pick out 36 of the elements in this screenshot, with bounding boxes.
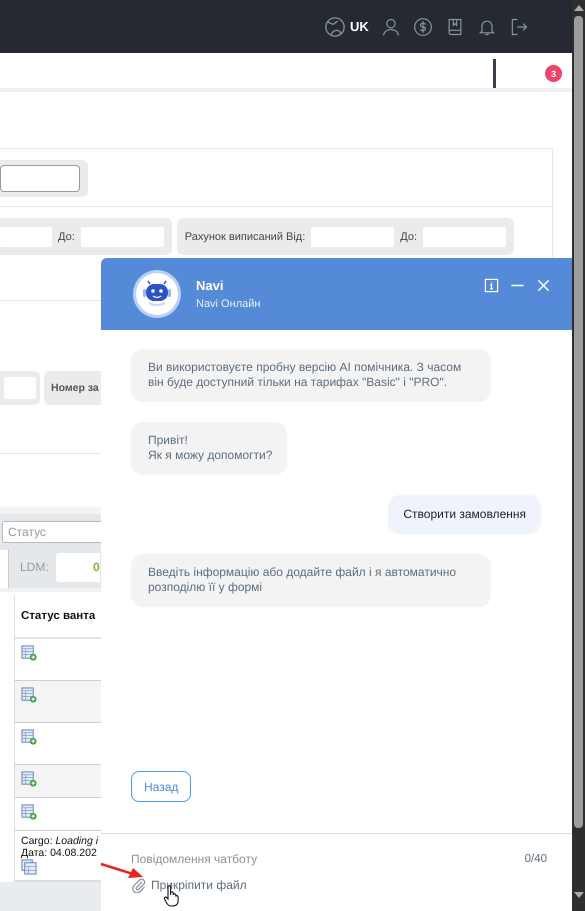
- info-icon[interactable]: [484, 278, 499, 292]
- field-label: Номер за: [51, 382, 99, 394]
- close-icon[interactable]: [536, 278, 551, 292]
- scrollbar[interactable]: [572, 0, 585, 911]
- back-button[interactable]: Назад: [131, 771, 192, 802]
- ldm-value: 0: [56, 552, 100, 582]
- robot-avatar-icon: [132, 269, 182, 319]
- language-label[interactable]: UK: [350, 19, 369, 34]
- message-input-field[interactable]: Повідомлення чатботу: [131, 852, 258, 866]
- globe-icon[interactable]: [324, 16, 346, 38]
- user-message: Створити замовлення: [388, 495, 541, 534]
- chat-status: Navi Онлайн: [196, 298, 262, 310]
- cell-text: Дата: 04.08.202: [21, 847, 98, 859]
- bot-message: Привіт! Як я можу допомогти?: [131, 422, 288, 475]
- status-filter-field[interactable]: Статус: [2, 521, 101, 543]
- chat-title: Navi: [196, 278, 224, 293]
- add-sheet-icon[interactable]: [21, 729, 37, 745]
- bot-message: Введіть інформацію або додайте файл і я автоматично розподілю її у формі: [131, 554, 491, 607]
- attach-file-link[interactable]: Прикріпити файл: [131, 877, 247, 893]
- bot-message: Ви використовуєте пробну версію AI помічника. З часом він буде доступний тільки на тарифах "Basic" і "PRO".: [131, 349, 491, 402]
- input-field[interactable]: [0, 165, 80, 192]
- paperclip-icon: [131, 877, 147, 893]
- field-label: Рахунок виписаний Від:: [184, 230, 306, 242]
- cell-text: Cargo: Loading i: [21, 835, 100, 847]
- character-counter: 0/40: [524, 853, 547, 865]
- add-sheet-icon[interactable]: [21, 687, 37, 703]
- copy-sheet-icon[interactable]: [21, 859, 37, 875]
- add-sheet-icon[interactable]: [21, 645, 37, 661]
- add-sheet-icon[interactable]: [21, 804, 37, 820]
- field-label: До:: [400, 230, 418, 242]
- user-icon[interactable]: [380, 16, 401, 36]
- add-sheet-icon[interactable]: [21, 771, 37, 787]
- count-badge: 3: [545, 65, 562, 82]
- field-label: До:: [58, 230, 75, 242]
- dollar-icon[interactable]: [412, 16, 433, 36]
- ldm-label: LDM:: [20, 560, 49, 574]
